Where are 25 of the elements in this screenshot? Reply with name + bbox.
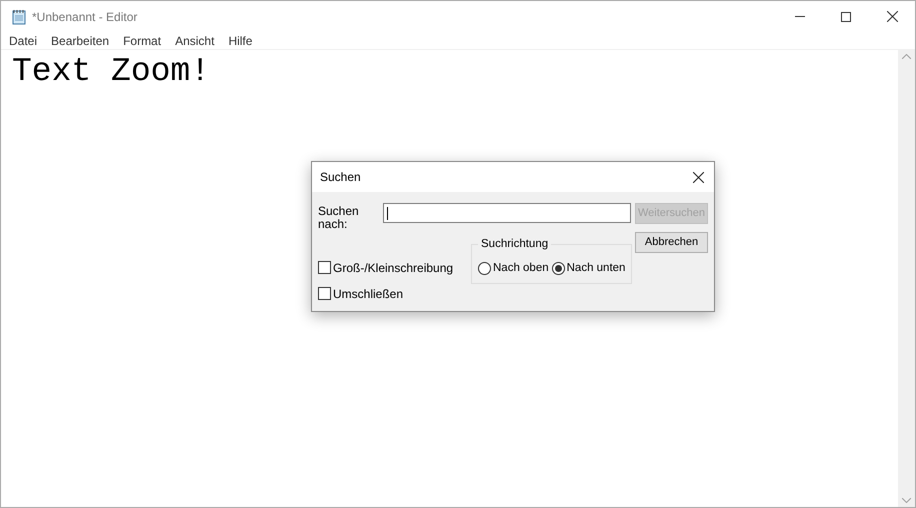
window-title: *Unbenannt - Editor <box>32 8 138 26</box>
checkbox[interactable] <box>318 261 331 274</box>
menu-item[interactable]: Format <box>116 32 168 50</box>
menu-item[interactable]: Hilfe <box>221 32 260 50</box>
menu-item[interactable]: Datei <box>2 32 44 50</box>
search-field[interactable] <box>383 203 631 223</box>
checkbox[interactable] <box>318 287 331 300</box>
cancel-button[interactable]: Abbrechen <box>635 232 708 253</box>
close-icon[interactable] <box>693 172 704 182</box>
checkbox-label: Umschließen <box>333 286 404 302</box>
group-title: Suchrichtung <box>478 237 552 251</box>
notepad-icon <box>11 8 27 24</box>
editor-text: Text Zoom! <box>12 53 210 90</box>
search-label: Suchen nach: <box>318 203 360 231</box>
dialog-title: Suchen <box>320 169 361 186</box>
checkbox-label: Groß-/Kleinschreibung <box>333 260 454 276</box>
minimize-icon <box>795 16 805 17</box>
radio-label: Nach oben <box>493 260 549 276</box>
menu-item[interactable]: Ansicht <box>168 32 222 50</box>
radio-button[interactable] <box>552 262 565 275</box>
menu-item[interactable]: Bearbeiten <box>44 32 116 50</box>
maximize-icon <box>841 12 851 22</box>
radio-label: Nach unten <box>566 260 626 276</box>
close-icon <box>886 11 898 22</box>
radio-button[interactable] <box>478 262 491 275</box>
